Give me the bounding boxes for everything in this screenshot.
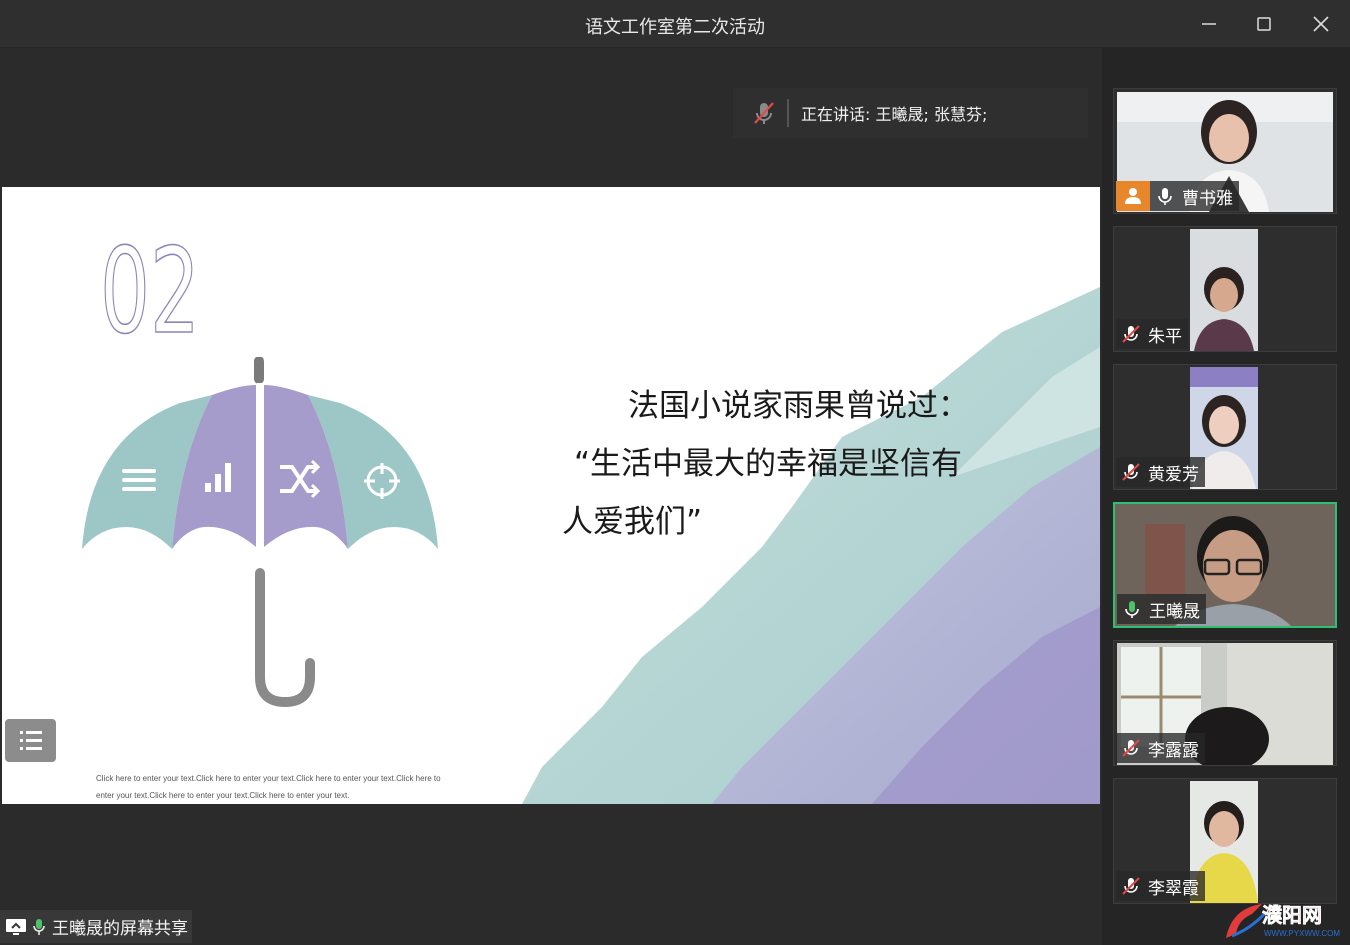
- speaking-text: 正在讲话: 王曦晟; 张慧芬;: [801, 105, 988, 124]
- participant-name: 李露露: [1148, 740, 1199, 761]
- mic-muted-icon: [1122, 877, 1140, 895]
- mic-icon: [33, 918, 45, 935]
- participant-name: 黄爱芳: [1148, 464, 1199, 485]
- title-bar: 语文工作室第二次活动: [0, 0, 1350, 48]
- mic-icon: [1158, 188, 1172, 205]
- section-number: 02: [100, 232, 201, 342]
- slide-footer-text: Click here to enter your text.Click here…: [96, 770, 506, 804]
- minimize-button[interactable]: [1195, 10, 1223, 38]
- svg-text:WWW.PYXWW.COM: WWW.PYXWW.COM: [1264, 929, 1340, 938]
- participant-tile[interactable]: 李露露: [1113, 640, 1337, 766]
- mic-muted-icon: [754, 102, 774, 124]
- participant-video: [1190, 229, 1258, 351]
- svg-text:濮阳网: 濮阳网: [1262, 903, 1322, 927]
- screen-share-label: 王曦晟的屏幕共享: [0, 910, 192, 943]
- participant-name: 朱平: [1148, 326, 1182, 347]
- participant-nameplate: 李翠霞: [1116, 871, 1205, 901]
- close-icon: [1313, 16, 1329, 32]
- umbrella-illustration: [82, 357, 438, 707]
- quote-line-3: 人爱我们”: [562, 504, 703, 540]
- meeting-window: 语文工作室第二次活动 正在讲话: 王曦晟; 张慧芬; 02 法国小说家雨果曾说过…: [0, 0, 1350, 945]
- participant-nameplate: 曹书雅: [1116, 181, 1239, 211]
- quote-line-2: “生活中最大的幸福是坚信有: [574, 446, 963, 482]
- window-title: 语文工作室第二次活动: [585, 17, 765, 38]
- close-button[interactable]: [1307, 10, 1335, 38]
- mic-muted-icon: [1122, 463, 1140, 481]
- slide-quote: 法国小说家雨果曾说过： “生活中最大的幸福是坚信有 人爱我们”: [562, 377, 1002, 551]
- site-watermark: 濮阳网 WWW.PYXWW.COM: [1226, 903, 1340, 938]
- participant-tile[interactable]: 李翠霞: [1113, 778, 1337, 904]
- maximize-icon: [1257, 17, 1271, 31]
- quote-line-1: 法国小说家雨果曾说过：: [628, 388, 969, 424]
- svg-text:02: 02: [100, 232, 200, 342]
- participant-tile-active[interactable]: 王曦晟: [1113, 502, 1337, 628]
- mic-icon: [1125, 601, 1139, 618]
- mic-muted-icon: [1122, 325, 1140, 343]
- participant-name: 李翠霞: [1148, 878, 1199, 899]
- participant-name: 王曦晟: [1149, 601, 1200, 622]
- screen-share-icon: [6, 918, 26, 935]
- participant-name: 曹书雅: [1182, 188, 1233, 209]
- participant-tile[interactable]: 曹书雅: [1113, 88, 1337, 214]
- participant-nameplate: 朱平: [1116, 319, 1188, 349]
- footer-line-1: Click here to enter your text.Click here…: [96, 774, 441, 783]
- maximize-button[interactable]: [1250, 10, 1278, 38]
- participant-nameplate: 王曦晟: [1117, 594, 1206, 624]
- participant-tile[interactable]: 黄爱芳: [1113, 364, 1337, 490]
- host-badge: [1116, 181, 1150, 211]
- speaking-indicator: 正在讲话: 王曦晟; 张慧芬;: [733, 88, 1088, 138]
- mic-muted-icon: [1122, 739, 1140, 757]
- participant-sidebar: 曹书雅 朱平 黄爱芳 王曦晟 李露露 李翠霞: [1102, 48, 1350, 945]
- separator: [787, 99, 789, 127]
- participant-nameplate: 李露露: [1116, 733, 1205, 763]
- minimize-icon: [1202, 23, 1216, 25]
- shared-slide: 02 法国小说家雨果曾说过： “生活中最大的幸福是坚信有 人爱我们” Click…: [2, 187, 1100, 804]
- participant-tile[interactable]: 朱平: [1113, 226, 1337, 352]
- screen-share-text: 王曦晟的屏幕共享: [52, 919, 188, 939]
- list-icon: [20, 731, 42, 750]
- menu-lines-icon: [122, 469, 156, 491]
- participant-nameplate: 黄爱芳: [1116, 457, 1205, 487]
- user-icon: [1125, 188, 1141, 204]
- footer-line-2: enter your text.Click here to enter your…: [96, 791, 350, 800]
- slide-menu-button[interactable]: [5, 719, 56, 762]
